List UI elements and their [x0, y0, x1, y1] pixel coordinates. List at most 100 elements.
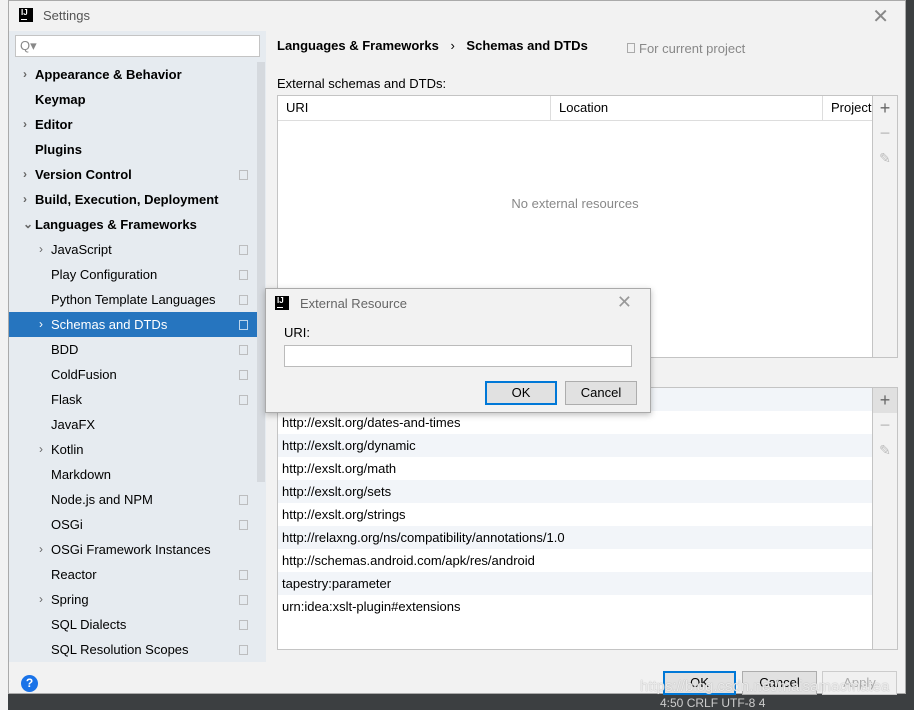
sidebar-item-label: BDD — [51, 342, 79, 357]
sidebar-scrollbar[interactable] — [257, 62, 265, 482]
list-item[interactable]: http://exslt.org/dates-and-times — [278, 411, 872, 434]
sidebar-item[interactable]: Markdown — [9, 462, 266, 487]
chevron-down-icon[interactable]: ⌄ — [23, 212, 33, 237]
sidebar-item[interactable]: ColdFusion — [9, 362, 266, 387]
for-current-project-label: For current project — [639, 41, 746, 56]
list-item[interactable]: urn:idea:xslt-plugin#extensions — [278, 595, 872, 618]
project-icon — [239, 170, 248, 180]
intellij-logo-icon: IJ — [19, 8, 33, 22]
column-location[interactable]: Location — [551, 96, 823, 120]
edit-icon[interactable]: ✎ — [873, 146, 897, 171]
ignored-toolbar: + − ✎ — [873, 387, 898, 650]
chevron-right-icon[interactable]: › — [39, 237, 43, 262]
sidebar-item[interactable]: › Appearance & Behavior — [9, 62, 266, 87]
project-icon — [239, 320, 248, 330]
project-icon — [239, 245, 248, 255]
sidebar-item[interactable]: › OSGi Framework Instances — [9, 537, 266, 562]
sidebar-item[interactable]: Node.js and NPM — [9, 487, 266, 512]
sidebar-item-label: ColdFusion — [51, 367, 117, 382]
project-icon — [239, 370, 248, 380]
list-item[interactable]: http://relaxng.org/ns/compatibility/anno… — [278, 526, 872, 549]
chevron-right-icon[interactable]: › — [23, 112, 27, 137]
dialog-ok-button[interactable]: OK — [485, 381, 557, 405]
window-title: Settings — [43, 8, 90, 23]
project-icon — [239, 620, 248, 630]
add-icon[interactable]: + — [873, 388, 897, 413]
external-schemas-label: External schemas and DTDs: — [277, 76, 447, 91]
sidebar-item[interactable]: › Version Control — [9, 162, 266, 187]
sidebar-item[interactable]: Python Template Languages — [9, 287, 266, 312]
empty-text: No external resources — [511, 196, 639, 211]
breadcrumb-parent[interactable]: Languages & Frameworks — [277, 38, 439, 53]
project-icon — [239, 595, 248, 605]
list-item[interactable]: http://schemas.android.com/apk/res/andro… — [278, 549, 872, 572]
sidebar-item[interactable]: › JavaScript — [9, 237, 266, 262]
dialog-close-icon[interactable]: ✕ — [617, 292, 632, 313]
sidebar-item-label: Appearance & Behavior — [35, 67, 182, 82]
close-icon[interactable]: ✕ — [872, 4, 889, 29]
list-item[interactable]: http://exslt.org/sets — [278, 480, 872, 503]
external-resource-dialog: IJ External Resource ✕ URI: OK Cancel — [265, 288, 651, 413]
sidebar-item-label: Version Control — [35, 167, 132, 182]
sidebar-item-label: Play Configuration — [51, 267, 158, 282]
project-icon — [239, 645, 248, 655]
add-icon[interactable]: + — [873, 96, 897, 121]
project-icon — [239, 570, 248, 580]
sidebar-item[interactable]: › Schemas and DTDs — [9, 312, 266, 337]
breadcrumb: Languages & Frameworks › Schemas and DTD… — [277, 38, 588, 53]
chevron-right-icon[interactable]: › — [39, 312, 43, 337]
sidebar-item[interactable]: Play Configuration — [9, 262, 266, 287]
sidebar-item[interactable]: SQL Resolution Scopes — [9, 637, 266, 662]
column-uri[interactable]: URI — [278, 96, 551, 120]
uri-label: URI: — [284, 325, 310, 340]
ignored-resources-list[interactable]: http://exslt.org/dates-and-times http://e… — [277, 387, 873, 650]
sidebar-item-label: Reactor — [51, 567, 97, 582]
sidebar-item[interactable]: SQL Dialects — [9, 612, 266, 637]
sidebar-item[interactable]: › Editor — [9, 112, 266, 137]
title-bar: IJ Settings ✕ — [9, 1, 905, 31]
list-item[interactable]: tapestry:parameter — [278, 572, 872, 595]
column-project[interactable]: Project — [823, 96, 873, 120]
chevron-right-icon[interactable]: › — [39, 437, 43, 462]
sidebar-item[interactable]: BDD — [9, 337, 266, 362]
sidebar-item[interactable]: Reactor — [9, 562, 266, 587]
chevron-right-icon[interactable]: › — [23, 62, 27, 87]
sidebar-item-label: Markdown — [51, 467, 111, 482]
chevron-right-icon[interactable]: › — [23, 187, 27, 212]
project-icon — [239, 295, 248, 305]
sidebar-item-label: Node.js and NPM — [51, 492, 153, 507]
external-toolbar: + − ✎ — [873, 95, 898, 358]
sidebar-item-label: Languages & Frameworks — [35, 217, 197, 232]
chevron-right-icon[interactable]: › — [39, 587, 43, 612]
sidebar-item[interactable]: Keymap — [9, 87, 266, 112]
watermark: https://blog.csdn.net/maisamaomatea — [640, 678, 890, 695]
intellij-logo-icon: IJ — [275, 296, 289, 310]
sidebar-item-label: Plugins — [35, 142, 82, 157]
sidebar-item[interactable]: › Kotlin — [9, 437, 266, 462]
search-input[interactable]: Q▾ — [15, 35, 260, 57]
sidebar-item[interactable]: OSGi — [9, 512, 266, 537]
sidebar-item[interactable]: Plugins — [9, 137, 266, 162]
project-icon — [239, 495, 248, 505]
remove-icon[interactable]: − — [873, 121, 897, 146]
sidebar-item[interactable]: JavaFX — [9, 412, 266, 437]
sidebar-item[interactable]: › Spring — [9, 587, 266, 612]
list-item[interactable]: http://exslt.org/strings — [278, 503, 872, 526]
sidebar-item[interactable]: ⌄ Languages & Frameworks — [9, 212, 266, 237]
list-item[interactable]: http://exslt.org/dynamic — [278, 434, 872, 457]
uri-input[interactable] — [284, 345, 632, 367]
help-button[interactable]: ? — [21, 675, 38, 692]
status-bar-text: 4:50 CRLF UTF-8 4 — [660, 696, 766, 710]
dialog-cancel-button[interactable]: Cancel — [565, 381, 637, 405]
settings-tree: › Appearance & Behavior Keymap › Editor Plugi… — [9, 62, 266, 662]
sidebar-item[interactable]: Flask — [9, 387, 266, 412]
sidebar-item-label: OSGi — [51, 517, 83, 532]
project-icon — [239, 270, 248, 280]
remove-icon[interactable]: − — [873, 413, 897, 438]
list-item[interactable]: http://exslt.org/math — [278, 457, 872, 480]
chevron-right-icon[interactable]: › — [39, 537, 43, 562]
edit-icon[interactable]: ✎ — [873, 438, 897, 463]
sidebar-item[interactable]: › Build, Execution, Deployment — [9, 187, 266, 212]
chevron-right-icon[interactable]: › — [23, 162, 27, 187]
breadcrumb-separator: › — [450, 38, 455, 53]
